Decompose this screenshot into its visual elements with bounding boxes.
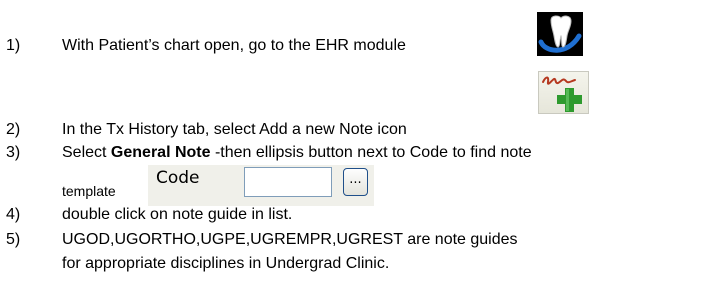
general-note-label: General Note	[110, 144, 211, 161]
heading-fragment	[58, 0, 218, 4]
step-text-part: -then ellipsis button next to Code to fi…	[210, 144, 532, 161]
step-text: UGOD,UGORTHO,UGPE,UGREMPR,UGREST are not…	[62, 231, 518, 248]
step-text: In the Tx History tab, select Add a new …	[62, 121, 407, 138]
step-number: 3)	[6, 144, 21, 161]
add-note-icon[interactable]	[538, 71, 589, 114]
code-field-widget: Code ...	[148, 165, 374, 206]
step-5-continuation: for appropriate disciplines in Undergrad…	[62, 255, 390, 272]
ellipsis-button[interactable]: ...	[343, 168, 368, 196]
step-text: double click on note guide in list.	[62, 206, 293, 223]
step-text: Select General Note -then ellipsis butto…	[62, 143, 532, 162]
tooth-icon[interactable]	[537, 12, 583, 56]
step-3-continuation: template	[62, 183, 116, 199]
code-label: Code	[156, 168, 200, 188]
step-text-part: Select	[62, 144, 111, 161]
step-number: 2)	[6, 121, 21, 138]
step-number: 5)	[6, 231, 21, 248]
code-input[interactable]	[244, 167, 332, 197]
step-text: With Patient’s chart open, go to the EHR…	[62, 37, 406, 54]
step-number: 4)	[6, 206, 21, 223]
step-number: 1)	[6, 37, 21, 54]
